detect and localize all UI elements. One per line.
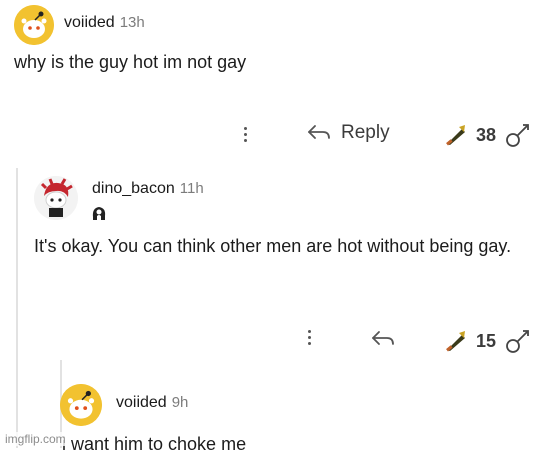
vote-controls: 15 [444,328,532,354]
comment-body: It's okay. You can think other men are h… [34,236,512,256]
reply-arrow-icon [372,331,394,345]
reply-button[interactable]: Reply [306,122,390,144]
username[interactable]: dino_bacon [92,180,175,197]
timestamp: 9h [171,394,189,411]
reply-arrow-icon [308,125,330,139]
avatar[interactable] [34,176,78,220]
comment-header: voiided 9h [116,394,188,412]
upvote-arrow-icon[interactable] [444,123,468,147]
downvote-arrow-icon[interactable] [504,328,532,354]
more-options-icon[interactable] [244,127,247,142]
downvote-arrow-icon[interactable] [504,122,532,148]
reply-label: Reply [341,122,390,143]
username[interactable]: voiided [64,14,115,31]
snoo-yellow-avatar-icon [60,384,102,426]
snoo-yellow-avatar-icon [14,5,54,45]
avatar[interactable] [14,5,54,45]
avatar[interactable] [60,384,102,426]
comment-header: dino_bacon 11h [92,180,204,198]
username[interactable]: voiided [116,394,167,411]
red-hair-snoo-avatar-icon [34,176,78,220]
vote-count: 15 [476,330,497,351]
vote-controls: 38 [444,122,532,148]
reply-button[interactable] [370,329,396,354]
user-flair-icon [92,207,106,220]
watermark: imgflip.com [3,432,68,446]
comment-body: why is the guy hot im not gay [14,52,247,72]
more-options-icon[interactable] [308,330,311,345]
comment-body: i want him to choke me [62,434,247,454]
thread-line[interactable] [16,168,18,448]
timestamp: 13h [119,14,145,31]
comment-header: voiided 13h [64,14,145,32]
upvote-arrow-icon[interactable] [444,329,468,353]
vote-count: 38 [476,124,497,145]
timestamp: 11h [179,180,204,197]
